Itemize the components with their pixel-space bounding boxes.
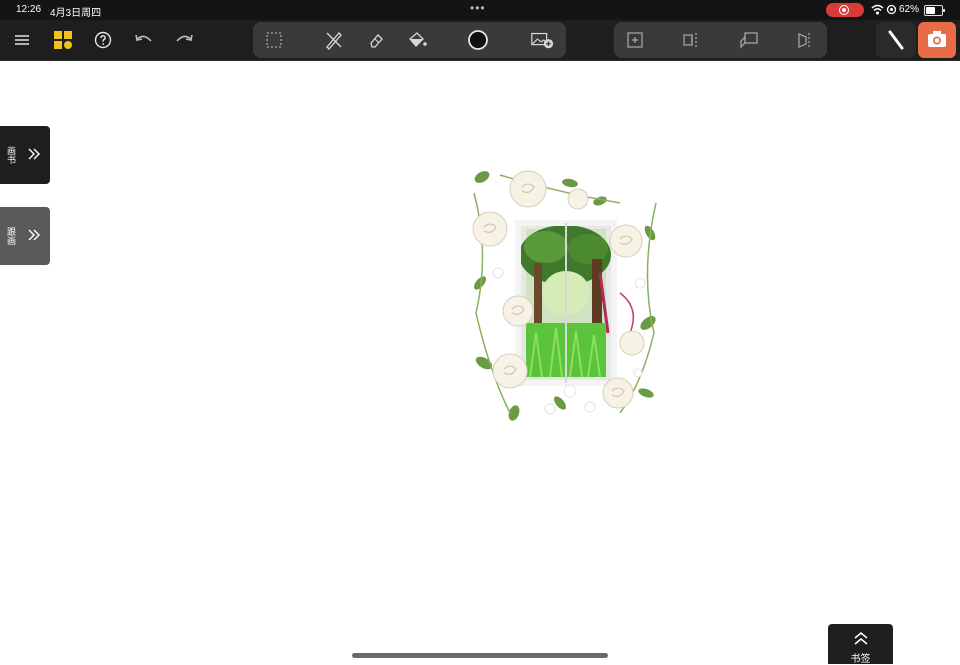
wifi-icon [871,4,884,15]
double-chevron-right-icon [28,229,40,241]
insert-image-icon[interactable] [530,28,554,52]
battery-percent: 62% [899,4,920,15]
mirror-icon[interactable] [794,28,818,52]
lasso-select-icon[interactable] [262,28,286,52]
side-tab-label: 跟画 [6,227,16,245]
pen-mode-icon [888,30,904,50]
bookmark-label: 书签 [850,654,871,665]
camera-button[interactable] [918,22,956,58]
app-grid-icon[interactable] [51,28,75,52]
battery-icon [924,5,945,16]
side-tab-picture-book[interactable]: 画书 [0,126,50,184]
camera-icon [928,31,946,47]
add-page-icon[interactable] [623,28,647,52]
status-date: 4月3日周四 [50,8,102,19]
floral-window-artwork[interactable] [470,163,660,427]
side-tab-label: 画书 [6,146,16,164]
main-toolbar [0,20,960,60]
screen-recording-indicator[interactable] [826,3,864,17]
record-icon [839,5,849,15]
location-lock-icon [886,4,897,15]
status-bar: 12:26 4月3日周四 ••• 62% [0,0,960,20]
eraser-icon[interactable] [364,28,388,52]
help-icon[interactable] [91,28,115,52]
layers-icon[interactable] [737,28,761,52]
pen-mode-button[interactable] [876,22,916,58]
fill-bucket-icon[interactable] [405,28,429,52]
color-swatch-icon[interactable] [466,28,490,52]
home-indicator[interactable] [352,653,608,658]
side-tab-trace[interactable]: 跟画 [0,207,50,265]
status-time: 12:26 [16,4,42,15]
menu-icon[interactable] [10,28,34,52]
multitask-dots-icon[interactable]: ••• [470,1,486,15]
pencil-crossed-icon[interactable] [322,28,346,52]
undo-icon[interactable] [132,28,156,52]
redo-icon[interactable] [172,28,196,52]
split-view-icon[interactable] [680,28,704,52]
double-chevron-right-icon [28,148,40,160]
bookmark-button[interactable]: 书签 [828,624,893,665]
double-chevron-up-icon [854,632,868,645]
